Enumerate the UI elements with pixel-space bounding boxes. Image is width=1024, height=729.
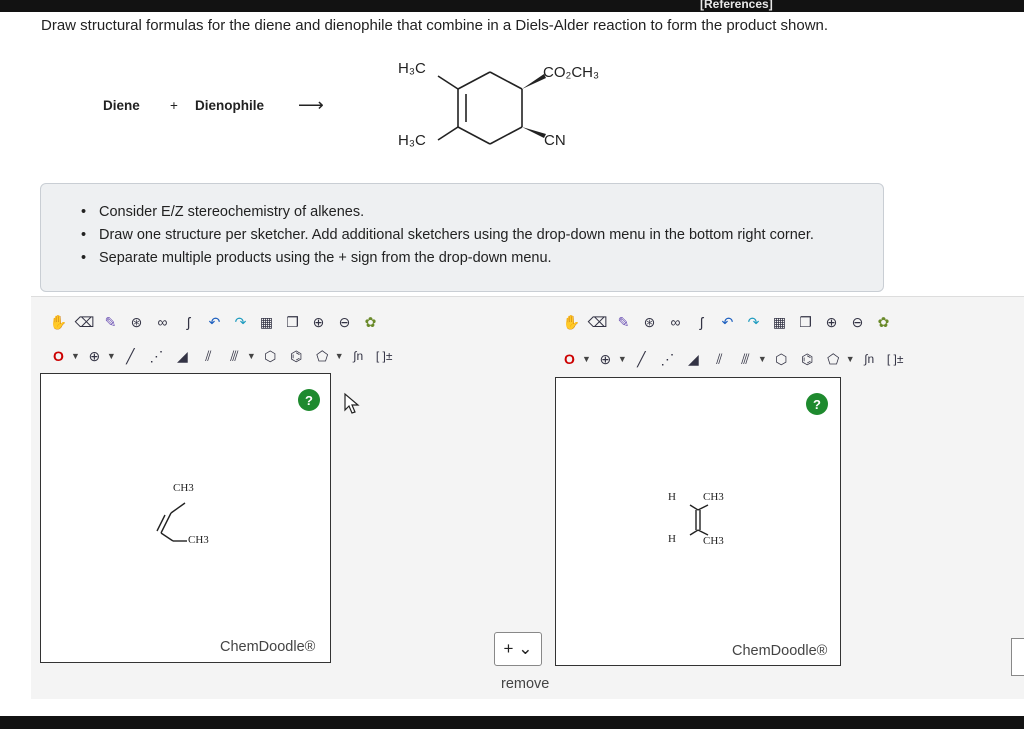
redo-icon[interactable]: ↷ xyxy=(229,311,252,334)
sketcher2-toolbar-row1: ✋ ⌫ ✎ ⊛ ∞ ʃ ↶ ↷ ▦ ❐ ⊕ ⊖ ✿ xyxy=(560,307,895,337)
single-bond-icon[interactable]: ╱ xyxy=(119,345,142,368)
sketcher2-ch3-bottom: CH3 xyxy=(703,535,724,547)
pentagon-icon[interactable]: ⬠ xyxy=(311,345,334,368)
sketcher2-h-top: H xyxy=(668,491,676,503)
mouse-cursor-icon xyxy=(344,392,360,414)
product-cn: CN xyxy=(544,132,566,149)
instruction-item: Draw one structure per sketcher. Add add… xyxy=(81,224,814,247)
instructions-panel: Consider E/Z stereochemistry of alkenes.… xyxy=(40,183,884,292)
label-icon[interactable]: ʃ xyxy=(690,311,713,334)
label-icon[interactable]: ʃ xyxy=(177,311,200,334)
template-icon[interactable]: ▦ xyxy=(768,311,791,334)
chemdoodle-brand: ChemDoodle® xyxy=(732,643,828,659)
side-panel-edge[interactable] xyxy=(1011,638,1024,676)
chevron-down-icon[interactable]: ▼ xyxy=(247,351,256,361)
zoom-in-icon[interactable]: ⊕ xyxy=(307,311,330,334)
diene-label: Diene xyxy=(103,98,140,113)
instruction-item: Separate multiple products using the + s… xyxy=(81,247,814,270)
sketcher2-toolbar-row2: O ▼ ⊕ ▼ ╱ ⋰ ◢ ⫽ ⫻ ▼ ⬡ ⌬ ⬠ ▼ ∫n [ ]± xyxy=(558,344,907,374)
remove-link[interactable]: remove xyxy=(501,676,549,692)
undo-icon[interactable]: ↶ xyxy=(716,311,739,334)
chevron-down-icon[interactable]: ▼ xyxy=(846,354,855,364)
triple-bond-icon[interactable]: ⫻ xyxy=(223,345,246,368)
eraser-icon[interactable]: ⌫ xyxy=(586,311,609,334)
wedge-bond-icon[interactable]: ◢ xyxy=(171,345,194,368)
eraser-icon[interactable]: ⌫ xyxy=(73,311,96,334)
pen-icon[interactable]: ✎ xyxy=(99,311,122,334)
chevron-down-icon[interactable]: ▼ xyxy=(618,354,627,364)
copy-icon[interactable]: ❐ xyxy=(281,311,304,334)
template-icon[interactable]: ▦ xyxy=(255,311,278,334)
sketcher1-toolbar-row2: O ▼ ⊕ ▼ ╱ ⋰ ◢ ⫽ ⫻ ▼ ⬡ ⌬ ⬠ ▼ ∫n [ ]± xyxy=(47,341,396,371)
zoom-out-icon[interactable]: ⊖ xyxy=(846,311,869,334)
wedge-bond-icon[interactable]: ◢ xyxy=(682,348,705,371)
sketcher2-canvas[interactable]: ? H CH3 H CH3 ChemDoodle® xyxy=(555,377,841,666)
hexagon-icon[interactable]: ⬡ xyxy=(770,348,793,371)
hashed-bond-icon[interactable]: ⋰ xyxy=(656,348,679,371)
atom-label-button[interactable]: O xyxy=(47,345,70,368)
charge-button[interactable]: ⊕ xyxy=(83,345,106,368)
zoom-out-icon[interactable]: ⊖ xyxy=(333,311,356,334)
sketcher2-h-bottom: H xyxy=(668,533,676,545)
triple-bond-icon[interactable]: ⫻ xyxy=(734,348,757,371)
chevron-down-icon[interactable]: ▼ xyxy=(107,351,116,361)
add-sketcher-dropdown[interactable]: + ⌄ xyxy=(494,632,542,666)
sketcher1-toolbar-row1: ✋ ⌫ ✎ ⊛ ∞ ʃ ↶ ↷ ▦ ❐ ⊕ ⊖ ✿ xyxy=(47,307,382,337)
top-bar: [References] xyxy=(0,0,1024,12)
hexagon-icon[interactable]: ⬡ xyxy=(259,345,282,368)
sketcher2-ch3-top: CH3 xyxy=(703,491,724,503)
product-h3c-bottom: H₃C xyxy=(398,132,426,149)
redo-icon[interactable]: ↷ xyxy=(742,311,765,334)
charge-button[interactable]: ⊕ xyxy=(594,348,617,371)
instruction-item: Consider E/Z stereochemistry of alkenes. xyxy=(81,201,814,224)
question-text: Draw structural formulas for the diene a… xyxy=(41,17,829,34)
chevron-down-icon[interactable]: ▼ xyxy=(335,351,344,361)
reaction-arrow: ⟶ xyxy=(298,95,324,115)
copy-icon[interactable]: ❐ xyxy=(794,311,817,334)
chain-icon[interactable]: ∞ xyxy=(664,311,687,334)
chain-icon[interactable]: ∞ xyxy=(151,311,174,334)
hand-icon[interactable]: ✋ xyxy=(47,311,70,334)
ring-icon[interactable]: ⊛ xyxy=(638,311,661,334)
clean-icon[interactable]: ✿ xyxy=(359,311,382,334)
double-bond-icon[interactable]: ⫽ xyxy=(197,345,220,368)
help-icon[interactable]: ? xyxy=(298,389,320,411)
pen-icon[interactable]: ✎ xyxy=(612,311,635,334)
product-co2ch3: CO₂CH₃ xyxy=(543,64,600,81)
zoom-in-icon[interactable]: ⊕ xyxy=(820,311,843,334)
clean-icon[interactable]: ✿ xyxy=(872,311,895,334)
chevron-down-icon[interactable]: ▼ xyxy=(758,354,767,364)
chemdoodle-brand: ChemDoodle® xyxy=(220,639,316,655)
bottom-bar xyxy=(0,716,1024,729)
sketcher1-canvas[interactable]: ? CH3 CH3 ChemDoodle® xyxy=(40,373,331,663)
product-h3c-top: H₃C xyxy=(398,60,426,77)
ring-icon[interactable]: ⊛ xyxy=(125,311,148,334)
single-bond-icon[interactable]: ╱ xyxy=(630,348,653,371)
sketcher1-ch3-bottom: CH3 xyxy=(188,534,209,546)
help-icon[interactable]: ? xyxy=(806,393,828,415)
references-link[interactable]: [References] xyxy=(700,0,773,11)
hashed-bond-icon[interactable]: ⋰ xyxy=(145,345,168,368)
sketcher1-molecule-svg xyxy=(156,502,187,542)
pentagon-icon[interactable]: ⬠ xyxy=(822,348,845,371)
plus-sign: + xyxy=(170,98,178,113)
chevron-down-icon[interactable]: ▼ xyxy=(71,351,80,361)
bracket-button[interactable]: [ ]± xyxy=(373,345,396,368)
sgroup-button[interactable]: ∫n xyxy=(858,348,881,371)
sketcher1-ch3-top: CH3 xyxy=(173,482,194,494)
benzene-icon[interactable]: ⌬ xyxy=(796,348,819,371)
double-bond-icon[interactable]: ⫽ xyxy=(708,348,731,371)
atom-label-button[interactable]: O xyxy=(558,348,581,371)
benzene-icon[interactable]: ⌬ xyxy=(285,345,308,368)
undo-icon[interactable]: ↶ xyxy=(203,311,226,334)
dienophile-label: Dienophile xyxy=(195,98,265,113)
chevron-down-icon[interactable]: ▼ xyxy=(582,354,591,364)
hand-icon[interactable]: ✋ xyxy=(560,311,583,334)
bracket-button[interactable]: [ ]± xyxy=(884,348,907,371)
sgroup-button[interactable]: ∫n xyxy=(347,345,370,368)
